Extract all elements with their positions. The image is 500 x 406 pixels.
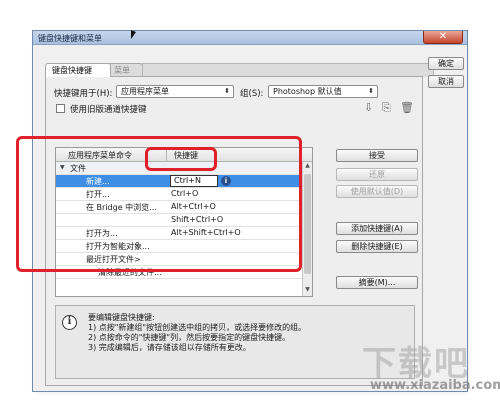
shortcut-for-label: 快捷键用于(H): [54, 89, 113, 99]
row-command: 打开为... [86, 229, 118, 238]
shortcut-list: 应用程序菜单命令 快捷键 ▼ 文件 新建... Ctrl+N i 打开... C… [55, 147, 313, 297]
list-row[interactable]: 打开为... Alt+Shift+Ctrl+O [56, 227, 302, 240]
list-row-selected[interactable]: 新建... Ctrl+N i [56, 175, 302, 188]
list-row-group-file[interactable]: ▼ 文件 [56, 162, 302, 175]
accept-button[interactable]: 接受 [336, 149, 418, 162]
scroll-up-icon[interactable]: ▲ [303, 162, 312, 172]
new-set-icon[interactable]: ⎘ [382, 101, 391, 115]
title-bar[interactable]: 键盘快捷键和菜单 ✕ [33, 31, 467, 45]
list-scrollbar[interactable]: ▲ ▼ [302, 162, 312, 296]
summary-button[interactable]: 摘要(M)... [336, 276, 418, 289]
row-command: 在 Bridge 中浏览... [86, 203, 157, 212]
row-command: 文件 [70, 164, 86, 173]
header-command: 应用程序菜单命令 [68, 151, 132, 160]
legacy-channel-checkbox[interactable] [56, 104, 65, 113]
select-arrows-icon: ⬍ [224, 87, 230, 95]
row-shortcut: Alt+Ctrl+O [171, 202, 216, 211]
delete-set-icon[interactable]: 🗑 [400, 101, 414, 114]
group-label: 组(S): [240, 89, 264, 99]
close-button[interactable]: ✕ [423, 31, 463, 44]
select-arrows-icon: ⬍ [368, 87, 374, 95]
list-row[interactable]: 最近打开文件> [56, 253, 302, 266]
row-command: 清除最近的文件... [98, 268, 162, 277]
shortcut-for-select[interactable]: 应用程序菜单 ⬍ [116, 85, 234, 98]
ok-button[interactable]: 确定 [428, 57, 464, 70]
undo-button[interactable]: 还原 [336, 168, 418, 181]
watermark-url: www.xiazaiba.com [370, 378, 500, 393]
list-header: 应用程序菜单命令 快捷键 [56, 148, 312, 162]
scroll-down-icon[interactable]: ▼ [303, 286, 312, 296]
add-shortcut-button[interactable]: 添加快捷键(A) [336, 222, 418, 235]
shortcut-for-value: 应用程序菜单 [121, 87, 169, 96]
watermark-logo: 下载吧 www.xiazaiba.com [362, 336, 500, 402]
group-select[interactable]: Photoshop 默认值 ⬍ [268, 85, 378, 98]
row-command: 打开... [86, 190, 110, 199]
delete-shortcut-button[interactable]: 删除快捷键(E) [336, 240, 418, 253]
cancel-button[interactable]: 取消 [428, 75, 464, 88]
row-command: 新建... [86, 177, 110, 186]
shortcut-edit-field[interactable]: Ctrl+N [170, 175, 218, 187]
close-icon: ✕ [438, 31, 448, 42]
save-set-icon[interactable]: ⇩ [364, 101, 373, 114]
row-command: 打开为智能对象... [86, 242, 150, 251]
header-separator [166, 148, 167, 162]
expand-triangle-icon[interactable]: ▼ [60, 164, 65, 171]
list-row[interactable]: 清除最近的文件... [56, 266, 302, 279]
list-row[interactable]: 打开... Ctrl+O [56, 188, 302, 201]
scroll-thumb[interactable] [304, 174, 311, 274]
info-icon: i [62, 315, 77, 330]
use-default-button[interactable]: 使用默认值(D) [336, 185, 418, 198]
row-shortcut: Shift+Ctrl+O [171, 215, 224, 224]
list-row[interactable]: 在 Bridge 中浏览... Alt+Ctrl+O [56, 201, 302, 214]
tab-menus[interactable]: 菜单 [107, 63, 143, 77]
instructions-box: i 要编辑键盘快捷键: 1) 点按"新建组"按钮创建选中组的拷贝，或选择要修改的… [55, 305, 415, 379]
row-shortcut: Alt+Shift+Ctrl+O [171, 228, 241, 237]
tab-strip-fill [142, 63, 434, 77]
list-row[interactable]: Shift+Ctrl+O [56, 214, 302, 227]
list-row[interactable]: 打开为智能对象... [56, 240, 302, 253]
window-title: 键盘快捷键和菜单 [38, 34, 102, 43]
legacy-channel-label: 使用旧版通道快捷键 [70, 105, 147, 115]
row-shortcut: Ctrl+O [171, 189, 199, 198]
header-shortcut: 快捷键 [174, 151, 198, 160]
note-line-3: 3) 完成编辑后，请存储该组以存储所有更改。 [88, 343, 251, 352]
row-shortcut: Ctrl+N [174, 176, 201, 185]
group-value: Photoshop 默认值 [273, 87, 342, 96]
tab-keyboard-shortcuts[interactable]: 键盘快捷键 [45, 63, 111, 77]
row-command: 最近打开文件> [86, 255, 141, 264]
conflict-info-icon[interactable]: i [221, 176, 231, 186]
